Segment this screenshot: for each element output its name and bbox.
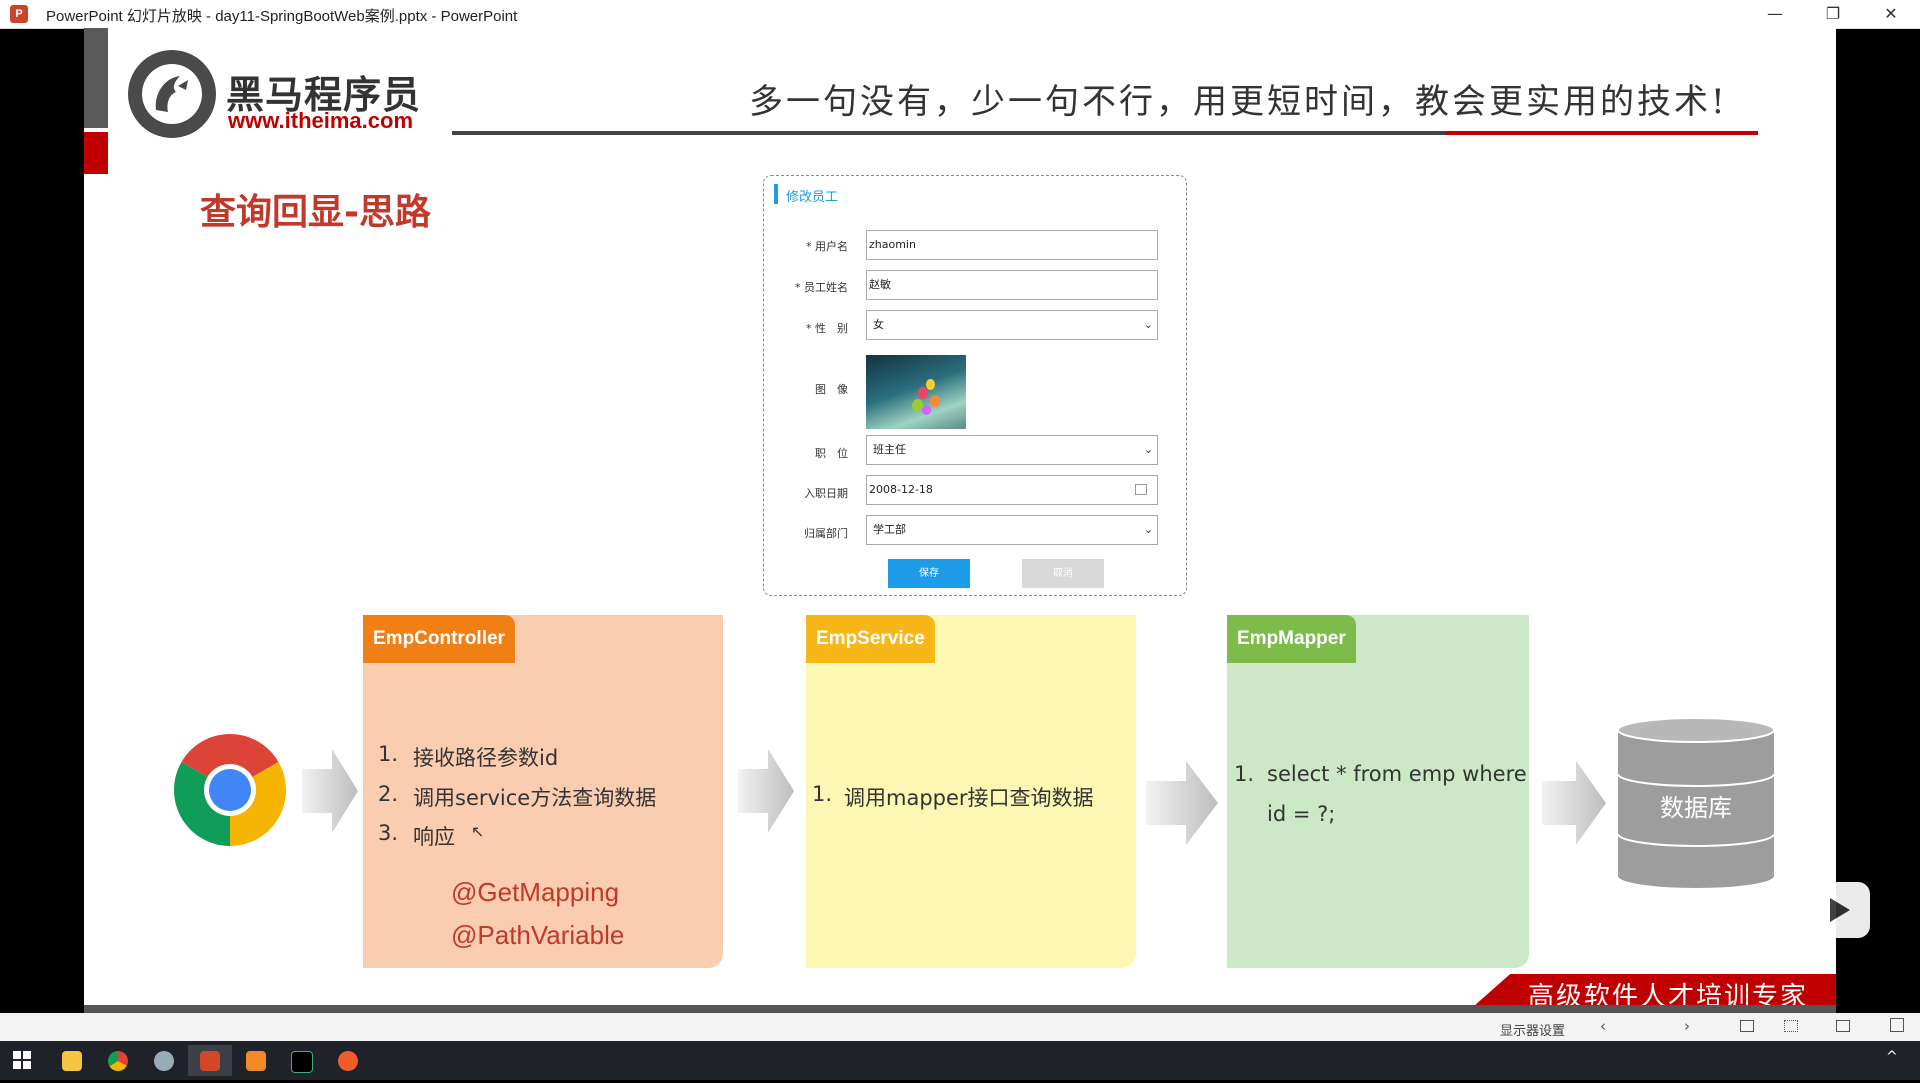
dept-value: 学工部 [873,523,906,536]
slide-title: 查询回显-思路 [200,192,431,233]
job-label: 职 位 [815,447,848,460]
window-title: PowerPoint 幻灯片放映 - day11-SpringBootWeb案例… [46,8,518,25]
list-item: 接收路径参数id [413,746,559,770]
folder-icon[interactable] [50,1045,94,1076]
slide: 黑马程序员 www.itheima.com 多一句没有，少一句不行，用更短时间，… [84,28,1836,1013]
slogan: 多一句没有，少一句不行，用更短时间，教会更实用的技术! [749,82,1728,122]
gender-value: 女 [873,318,884,331]
display-settings-button[interactable]: 显示器设置 [1500,1020,1565,1039]
gender-select[interactable]: 女 ⌄ [866,310,1158,340]
form-title: 修改员工 [786,190,839,205]
arrow-right-icon [302,749,358,833]
edit-employee-form: 修改员工 * 用户名 zhaomin * 员工姓名 赵敏 * 性 别 女 ⌄ 图… [763,175,1187,596]
left-bar-decoration [84,28,108,128]
window-titlebar: P PowerPoint 幻灯片放映 - day11-SpringBootWeb… [0,0,1920,29]
name-label: * 员工姓名 [795,281,848,294]
previous-slide-icon[interactable]: ‹ [1600,1017,1606,1035]
annotation-pathvariable: @PathVariable [451,920,625,950]
entrydate-input[interactable]: 2008-12-18 [866,475,1158,505]
controller-card: EmpController 1. 接收路径参数id 2. 调用service方法… [363,615,723,968]
slideshow-toolbar: 显示器设置 ‹ › [0,1013,1920,1041]
restore-button[interactable]: ❐ [1810,0,1856,28]
chevron-down-icon: ⌄ [1143,318,1153,331]
list-item: select * from emp where [1267,762,1527,786]
app-icon[interactable] [142,1045,186,1076]
taskbar: ^ [0,1041,1920,1080]
annotation-getmapping: @GetMapping [451,877,620,907]
close-button[interactable]: ✕ [1868,0,1914,28]
database-icon: 数据库 [1616,716,1776,890]
play-button[interactable] [1806,882,1870,938]
header-divider [452,131,1452,135]
employee-photo[interactable] [866,355,966,429]
list-item-number: 1. [378,742,399,766]
arrow-right-icon [738,749,794,833]
dept-select[interactable]: 学工部 ⌄ [866,515,1158,545]
normal-view-icon[interactable] [1740,1020,1754,1032]
footer-line [84,1005,1836,1013]
gender-label: * 性 别 [806,322,848,335]
image-label: 图 像 [815,383,848,396]
windows-icon[interactable] [0,1045,44,1076]
list-item: id = ?; [1267,802,1336,826]
mapper-card: EmpMapper 1. select * from emp where id … [1227,615,1529,968]
powerpoint-icon: P [10,5,28,23]
chrome-icon [173,734,287,846]
play-icon [1830,898,1850,922]
minimize-button[interactable]: — [1752,0,1798,28]
username-label: * 用户名 [806,240,848,253]
chevron-down-icon: ⌄ [1143,523,1153,536]
save-button[interactable]: 保存 [888,559,970,588]
list-item: 调用mapper接口查询数据 [844,786,1094,810]
service-title: EmpService [806,615,935,663]
chevron-down-icon: ⌄ [1143,443,1153,456]
dept-label: 归属部门 [804,527,848,540]
list-item: 响应 [413,825,455,849]
entrydate-value: 2008-12-18 [869,483,933,496]
list-item: 调用service方法查询数据 [413,786,657,810]
left-bar-accent [84,132,108,174]
list-item-number: 1. [812,782,833,806]
header-divider-accent [1445,131,1758,135]
calendar-icon [1135,484,1147,495]
intellij-icon[interactable] [280,1045,324,1076]
username-input[interactable]: zhaomin [866,230,1158,260]
arrow-right-icon [1146,761,1218,845]
mapper-title: EmpMapper [1227,615,1356,663]
arrow-right-icon [1542,761,1606,845]
chevron-up-icon[interactable]: ^ [1886,1049,1898,1065]
job-value: 班主任 [873,443,906,456]
list-item-number: 1. [1234,762,1255,786]
job-select[interactable]: 班主任 ⌄ [866,435,1158,465]
entrydate-label: 入职日期 [804,487,848,500]
slideshow-icon[interactable] [1890,1018,1904,1032]
database-label: 数据库 [1660,794,1732,822]
chrome-icon[interactable] [96,1045,140,1076]
list-item-number: 3. [378,821,399,845]
service-card: EmpService 1. 调用mapper接口查询数据 [806,615,1136,968]
slide-sorter-icon[interactable] [1784,1020,1798,1032]
mouse-cursor-icon: ↖ [471,822,485,841]
logo-inner [142,64,202,124]
form-title-accent [774,184,778,204]
app-icon[interactable] [234,1045,278,1076]
reading-view-icon[interactable] [1836,1020,1850,1032]
logo-url: www.itheima.com [228,108,414,133]
powerpoint-icon[interactable] [188,1045,232,1076]
list-item-number: 2. [378,782,399,806]
app-icon[interactable] [326,1045,370,1076]
cancel-button[interactable]: 取消 [1022,559,1104,588]
next-slide-icon[interactable]: › [1684,1017,1690,1035]
controller-title: EmpController [363,615,515,663]
name-input[interactable]: 赵敏 [866,270,1158,300]
